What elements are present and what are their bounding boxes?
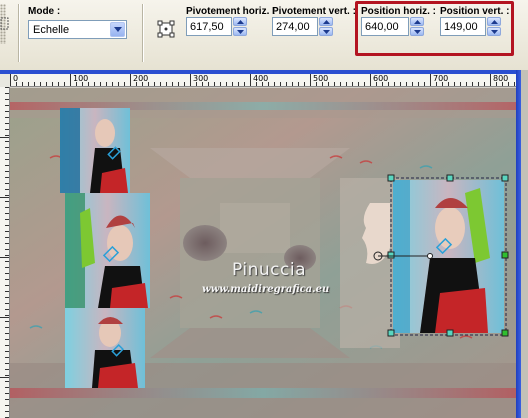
position-horiz-label: Position horiz. :: [361, 6, 436, 17]
position-vert-value: 149,00: [444, 21, 478, 33]
position-horiz-value: 640,00: [365, 21, 399, 33]
watermark-title: Pinuccia: [232, 260, 306, 280]
mode-label: Mode :: [28, 6, 61, 17]
pivot-vert-label: Pivotement vert. :: [272, 6, 356, 17]
artwork: [10, 88, 516, 418]
spin-down-icon[interactable]: [410, 27, 424, 36]
ruler-tick: [0, 137, 9, 138]
position-horiz-input[interactable]: 640,00: [361, 17, 409, 36]
chevron-down-icon[interactable]: [110, 22, 125, 37]
pivot-vert-spinner[interactable]: [319, 17, 333, 36]
spin-up-icon[interactable]: [410, 17, 424, 26]
position-vert-input[interactable]: 149,00: [440, 17, 486, 36]
spin-down-icon[interactable]: [487, 27, 501, 36]
ruler-tick: [0, 377, 9, 378]
toolbar-separator: [142, 4, 144, 62]
horizontal-ruler[interactable]: 0 100 200 300 400 500 600 700 800: [10, 74, 516, 87]
pivot-vert-value: 274,00: [276, 21, 310, 33]
spin-down-icon[interactable]: [319, 27, 333, 36]
pivot-point-icon[interactable]: [157, 20, 175, 38]
portrait-panel-bottom: [65, 308, 145, 388]
pivot-horiz-input[interactable]: 617,50: [186, 17, 232, 36]
ruler-corner: [0, 74, 10, 87]
spin-up-icon[interactable]: [233, 17, 247, 26]
tool-options-toolbar: Mode : Echelle Pivotement horiz. : 617,5…: [0, 0, 528, 72]
ruler-tick: [0, 197, 9, 198]
spin-up-icon[interactable]: [319, 17, 333, 26]
portrait-panel-top: [60, 108, 130, 193]
pivot-horiz-spinner[interactable]: [233, 17, 247, 36]
mode-select-value: Echelle: [33, 24, 70, 36]
image-canvas[interactable]: [10, 88, 516, 418]
selected-portrait-panel: [373, 174, 509, 337]
pivot-vert-input[interactable]: 274,00: [272, 17, 318, 36]
portrait-panel-middle: [65, 193, 150, 308]
position-horiz-spinner[interactable]: [410, 17, 424, 36]
ruler-minor-ticks: [10, 82, 516, 86]
ruler-tick: [0, 317, 9, 318]
position-vert-spinner[interactable]: [487, 17, 501, 36]
deform-tool-icon: [0, 17, 9, 30]
position-vert-label: Position vert. :: [440, 6, 510, 17]
spin-down-icon[interactable]: [233, 27, 247, 36]
mode-select[interactable]: Echelle: [28, 20, 127, 39]
pivot-horiz-value: 617,50: [190, 21, 224, 33]
right-face-profile: [340, 178, 400, 348]
image-window-right-border: [516, 70, 528, 418]
ruler-tick: [0, 257, 9, 258]
watermark-url: www.maidiregrafica.eu: [202, 284, 330, 295]
toolbar-separator: [18, 4, 20, 62]
spin-up-icon[interactable]: [487, 17, 501, 26]
pivot-horiz-label: Pivotement horiz. :: [186, 6, 276, 17]
vertical-ruler[interactable]: [0, 87, 10, 418]
